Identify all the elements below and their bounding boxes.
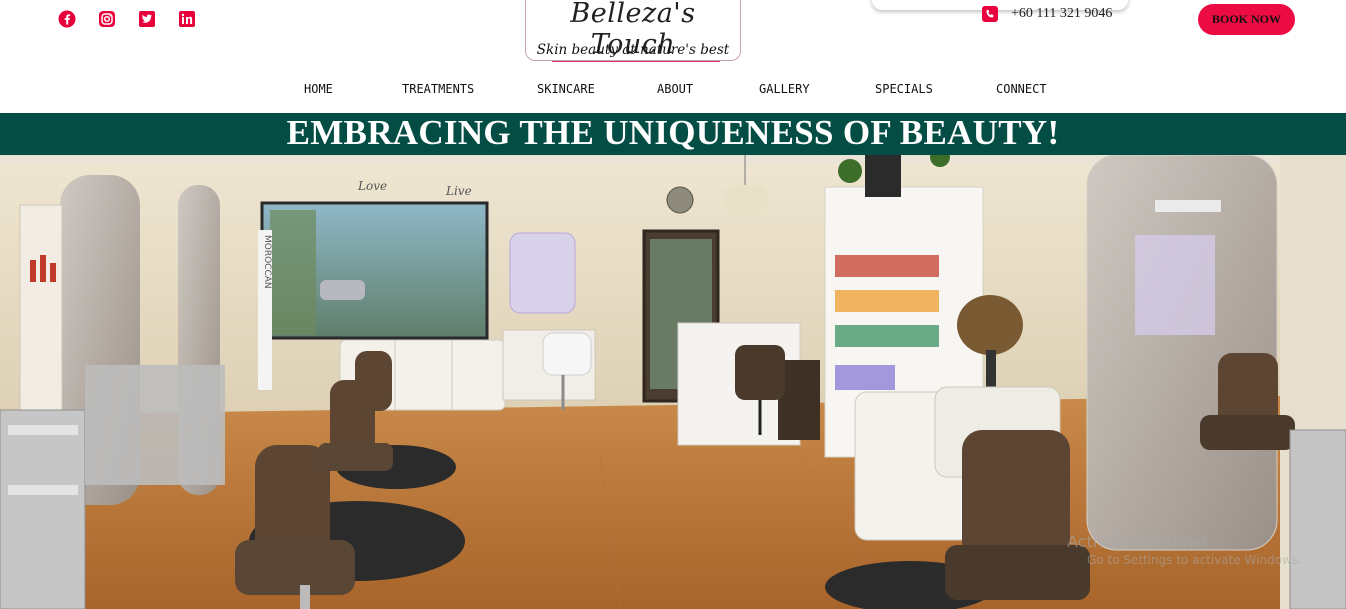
nav-item-connect[interactable]: CONNECT [996,82,1047,96]
logo-tagline: Skin beauty at nature's best [536,42,730,58]
banner-headline: EMBRACING THE UNIQUENESS OF BEAUTY! [286,113,1060,152]
nav-item-about[interactable]: ABOUT [657,82,693,96]
main-nav: HOME TREATMENTS SKINCARE ABOUT GALLERY S… [0,82,1346,98]
brand-logo[interactable]: Belleza's Touch Skin beauty at nature's … [525,0,741,62]
linkedin-icon[interactable] [178,10,196,28]
facebook-icon[interactable] [58,10,76,28]
instagram-icon[interactable] [98,10,116,28]
social-links [58,10,196,28]
logo-underline [552,61,720,62]
hero-banner: EMBRACING THE UNIQUENESS OF BEAUTY! [0,113,1346,155]
salon-illustration: MOROCCAN Love Live [0,155,1346,609]
window-sign: MOROCCAN [262,235,272,289]
wall-text-live: Live [445,184,472,198]
nav-item-treatments[interactable]: TREATMENTS [402,82,474,96]
hair-dryer [957,295,1023,355]
nav-item-gallery[interactable]: GALLERY [759,82,810,96]
phone-number[interactable]: +60 111 321 9046 [1011,6,1112,22]
site-header: Belleza's Touch Skin beauty at nature's … [0,0,1346,113]
wall-text-love: Love [357,179,387,193]
salon-hero-image: MOROCCAN Love Live [0,155,1346,609]
nav-item-home[interactable]: HOME [304,82,333,96]
phone-icon [982,6,998,22]
phone-contact[interactable]: +60 111 321 9046 [982,6,1112,22]
book-now-button[interactable]: BOOK NOW [1198,4,1295,35]
twitter-icon[interactable] [138,10,156,28]
nav-item-skincare[interactable]: SKINCARE [537,82,595,96]
nav-item-specials[interactable]: SPECIALS [875,82,933,96]
mirror-right [1086,155,1278,551]
